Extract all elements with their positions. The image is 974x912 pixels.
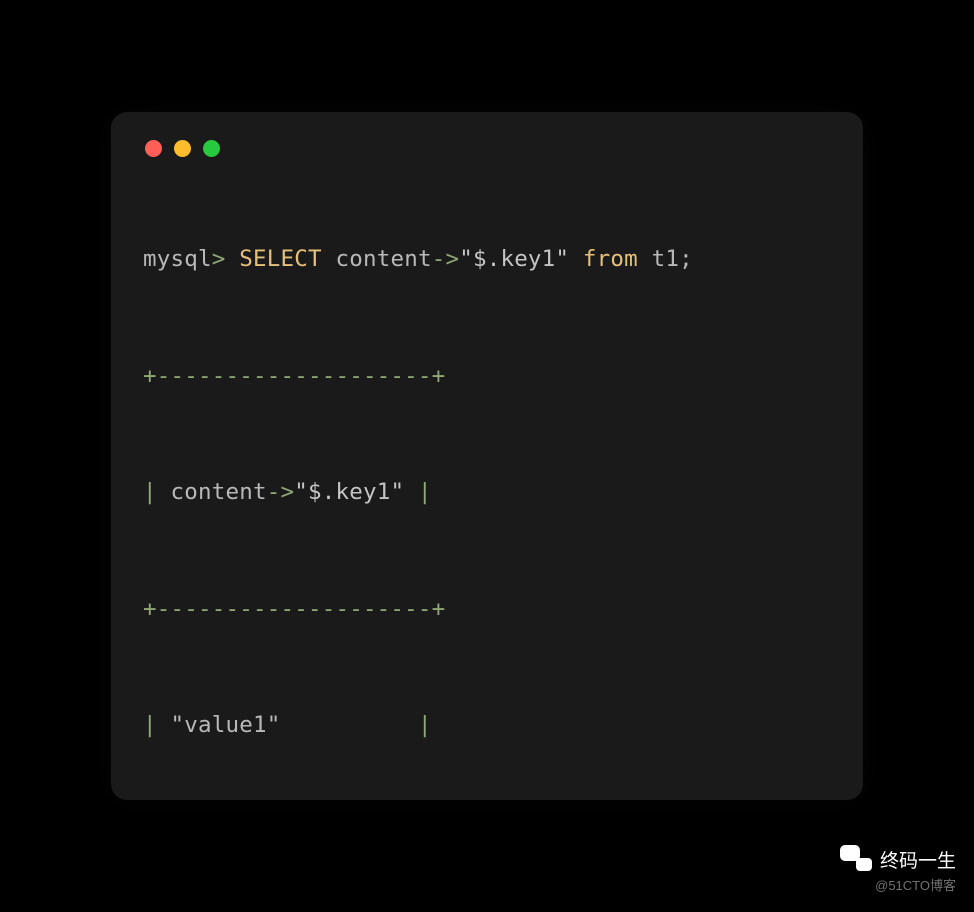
code-block: mysql> SELECT content->"$.key1" from t1;… [143, 203, 831, 800]
minimize-icon [174, 140, 191, 157]
pipe: | [418, 712, 432, 738]
watermark-sub-text: @51CTO博客 [875, 875, 956, 894]
border-line-mid: +--------------------+ [143, 598, 831, 621]
watermark-top: 终码一生 [840, 845, 956, 873]
row-value: "value1" [157, 712, 418, 738]
arrow-operator: -> [432, 246, 460, 272]
terminal-window: mysql> SELECT content->"$.key1" from t1;… [111, 112, 863, 800]
watermark-main-text: 终码一生 [880, 846, 956, 873]
pipe: | [418, 479, 432, 505]
header-line: | content->"$.key1" | [143, 481, 831, 504]
table-name: t1 [638, 246, 679, 272]
prompt-prefix: mysql [143, 246, 212, 272]
pipe: | [143, 479, 157, 505]
query-line: mysql> SELECT content->"$.key1" from t1; [143, 248, 831, 271]
wechat-icon [840, 845, 872, 873]
header-content: content [157, 479, 267, 505]
border-line-top: +--------------------+ [143, 365, 831, 388]
window-controls [143, 140, 831, 157]
header-path: "$.key1" [294, 479, 418, 505]
from-keyword: from [569, 246, 638, 272]
semicolon: ; [679, 246, 693, 272]
json-path: "$.key1" [459, 246, 569, 272]
header-arrow: -> [267, 479, 295, 505]
select-keyword: SELECT [239, 246, 321, 272]
prompt-symbol: > [212, 246, 240, 272]
pipe: | [143, 712, 157, 738]
close-icon [145, 140, 162, 157]
maximize-icon [203, 140, 220, 157]
watermark: 终码一生 @51CTO博客 [840, 845, 956, 894]
select-column: content [322, 246, 432, 272]
data-row-1: | "value1" | [143, 714, 831, 737]
